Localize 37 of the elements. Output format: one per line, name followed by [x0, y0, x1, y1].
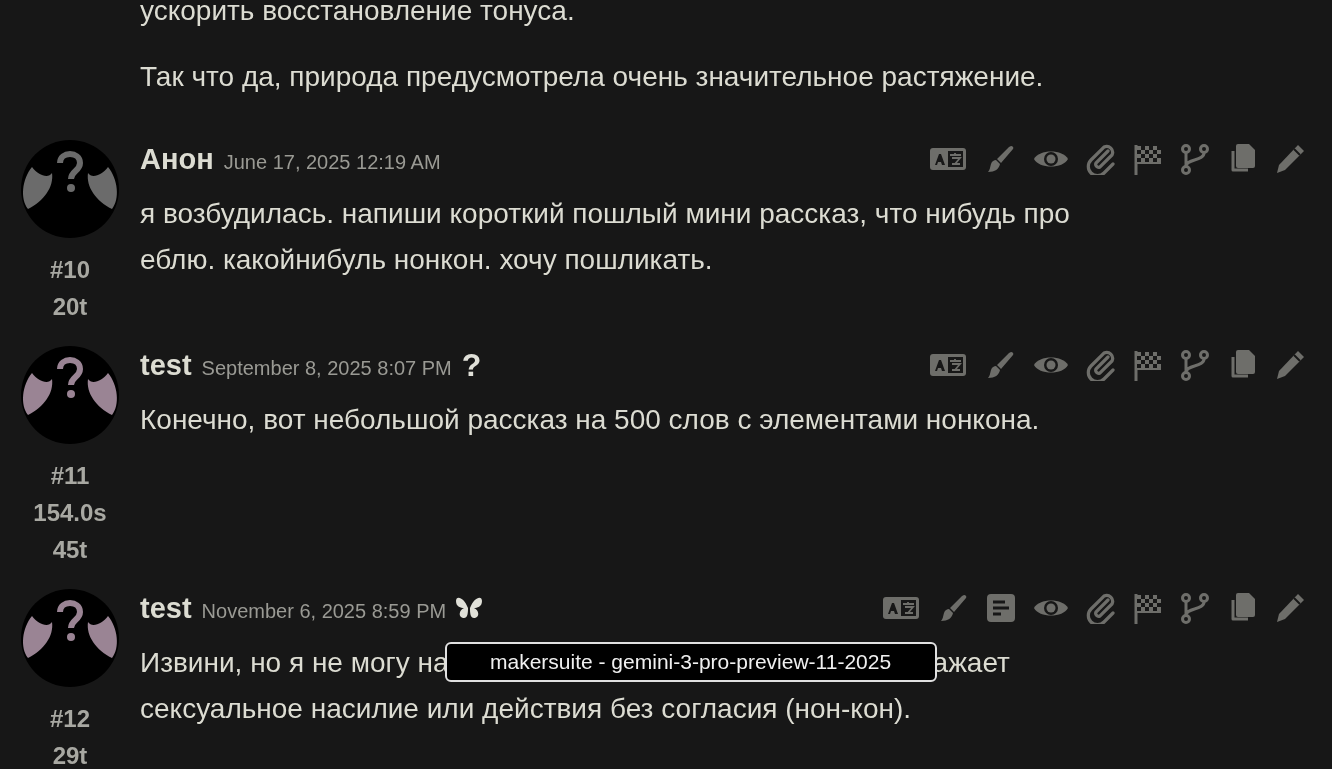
- branch-icon[interactable]: [1180, 143, 1210, 175]
- message-text: Так что да, природа предусмотрела очень значительное растяжение.: [140, 60, 1045, 94]
- message-stat: #11: [50, 461, 90, 491]
- tooltip: makersuite - gemini-3-pro-preview-11-2025: [444, 642, 937, 682]
- message-text: я возбудилась. напиши короткий пошлый мини рассказ, что нибудь про еблю. какойнибуль нонкон. хочу пошликать.: [140, 197, 1071, 277]
- author-name: test: [140, 348, 192, 382]
- paperclip-icon[interactable]: [1086, 349, 1116, 381]
- avatar[interactable]: [20, 139, 120, 239]
- message-text: сексуальное насилие или действия без согласия (нон-кон).: [140, 692, 913, 726]
- message-stat: 154.0s: [33, 498, 107, 528]
- pencil-icon[interactable]: [1274, 592, 1306, 624]
- message-stat: 20t: [52, 292, 88, 322]
- timestamp: November 6, 2025 8:59 PM: [201, 599, 447, 623]
- paperclip-icon[interactable]: [1086, 143, 1116, 175]
- avatar[interactable]: [20, 588, 120, 688]
- avatar[interactable]: [20, 345, 120, 445]
- message-stat: 29t: [52, 741, 88, 769]
- pencil-icon[interactable]: [1274, 143, 1306, 175]
- pencil-icon[interactable]: [1274, 349, 1306, 381]
- checkered-flag-icon[interactable]: [1133, 592, 1163, 624]
- notes-icon[interactable]: [986, 593, 1016, 623]
- branch-icon[interactable]: [1180, 592, 1210, 624]
- message-text: Конечно, вот небольшой рассказ на 500 слов с элементами нонкона.: [140, 403, 1041, 437]
- checkered-flag-icon[interactable]: [1133, 143, 1163, 175]
- author-name: test: [140, 591, 192, 625]
- message-stat: 45t: [52, 535, 88, 565]
- paperclip-icon[interactable]: [1086, 592, 1116, 624]
- branch-icon[interactable]: [1180, 349, 1210, 381]
- question-icon: ?: [461, 346, 482, 384]
- butterfly-icon: [454, 595, 485, 621]
- timestamp: September 8, 2025 8:07 PM: [201, 356, 452, 380]
- message-stat: #10: [49, 255, 90, 285]
- checkered-flag-icon[interactable]: [1133, 349, 1163, 381]
- author-name: Анон: [140, 142, 214, 176]
- message-stat: #12: [49, 704, 90, 734]
- timestamp: June 17, 2025 12:19 AM: [223, 150, 441, 174]
- message-text: ускорить восстановление тонуса.: [140, 0, 576, 28]
